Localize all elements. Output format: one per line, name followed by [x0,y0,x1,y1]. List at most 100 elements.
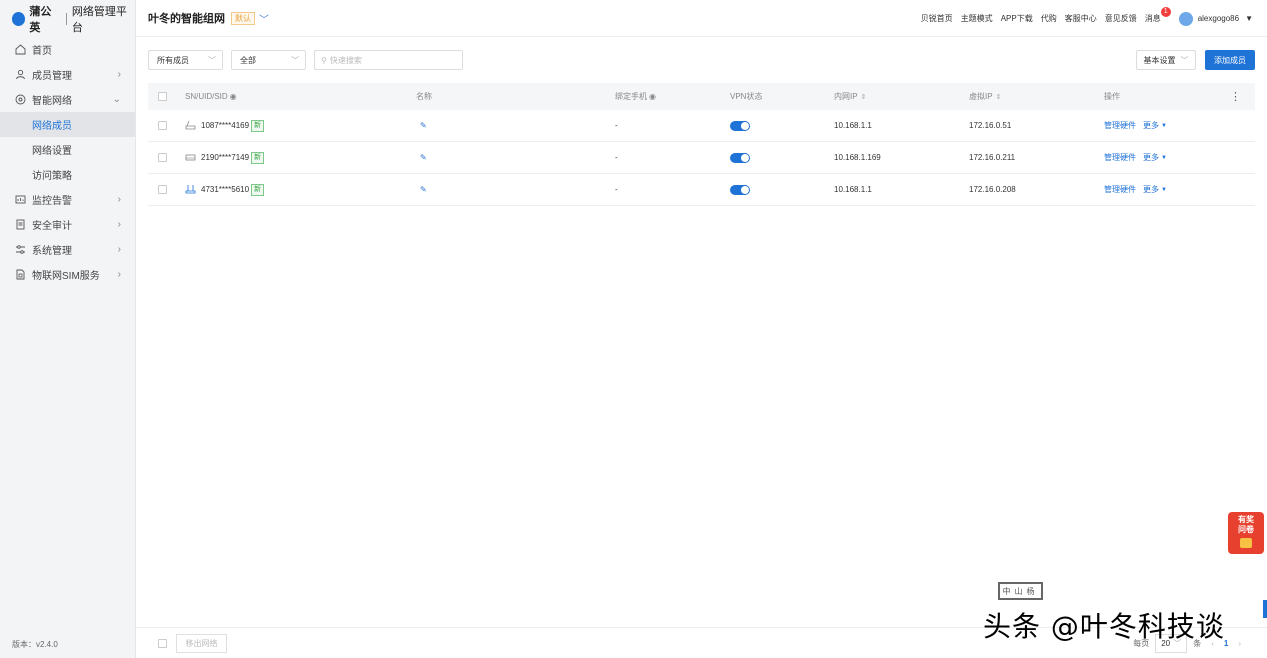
manage-hardware-link[interactable]: 管理硬件 [1104,174,1136,205]
messages-label: 消息 [1144,14,1161,23]
row-checkbox[interactable] [158,121,167,130]
table-row: 4731****5610 新 ✎ - 10.168.1.1 172.16.0.2… [148,174,1255,206]
row-checkbox[interactable] [158,153,167,162]
status-filter-select[interactable]: 全部 ﹀ [231,50,306,70]
top-nav: 贝锐首页 主题模式 APP下载 代购 客服中心 意见反馈 消息 1 alexgo… [913,0,1253,37]
col-vpn: VPN状态 [730,92,763,101]
monitor-icon [15,194,26,205]
vpn-toggle[interactable] [730,184,750,195]
username[interactable]: alexgogo86 [1198,14,1239,23]
search-input[interactable]: ⚲ 快速搜索 [314,50,463,70]
select-all-checkbox[interactable] [158,92,167,101]
more-dropdown[interactable]: 更多 ▼ [1143,142,1167,173]
sidebar-item-monitoring[interactable]: 监控告警 › [0,187,135,212]
sidebar-item-smart-network[interactable]: 智能网络 ⌄ [0,87,135,112]
basic-settings-label: 基本设置 [1143,55,1176,65]
survey-line1: 有奖 [1238,515,1254,524]
default-badge: 默认 [231,11,255,25]
sidebar-item-iot-sim[interactable]: 物联网SIM服务 › [0,262,135,287]
col-phone: 绑定手机 ◉ [615,92,656,101]
link-theme-mode[interactable]: 主题模式 [961,13,993,24]
col-lan-ip[interactable]: 内网IP ⇕ [834,83,866,110]
lan-ip: 10.168.1.1 [834,121,872,130]
bound-phone: - [615,121,618,130]
virtual-ip: 172.16.0.211 [969,153,1016,162]
search-icon: ⚲ [321,55,327,65]
new-badge: 新 [251,151,265,164]
filter-bar: 所有成员 ﹀ 全部 ﹀ ⚲ 快速搜索 [148,50,463,70]
chevron-down-icon[interactable]: ﹀ [259,11,269,26]
sort-icon: ⇕ [995,93,1002,101]
column-settings-icon[interactable]: ⋮ [1230,83,1241,110]
link-purchase[interactable]: 代购 [1041,13,1057,24]
router-icon [185,120,196,132]
new-badge: 新 [251,119,265,132]
link-support[interactable]: 客服中心 [1065,13,1097,24]
user-icon [15,69,26,80]
dandelion-logo-icon [12,11,26,26]
caret-down-icon: ▼ [1161,154,1167,161]
brand-subtitle: 网络管理平台 [71,5,127,34]
basic-settings-button[interactable]: 基本设置 ﹀ [1136,50,1196,70]
more-dropdown[interactable]: 更多 ▼ [1143,174,1167,205]
sidebar-item-home[interactable]: 首页 [0,37,135,62]
new-badge: 新 [251,183,265,196]
virtual-ip: 172.16.0.208 [969,185,1016,194]
search-placeholder: 快速搜索 [329,55,362,65]
bound-phone: - [615,185,618,194]
survey-line2: 问卷 [1238,525,1254,534]
remove-from-network-button[interactable]: 移出网络 [176,634,227,653]
sidebar-item-members[interactable]: 成员管理 › [0,62,135,87]
sidebar-item-label: 网络成员 [32,121,72,132]
caret-down-icon[interactable]: ▼ [1245,14,1253,23]
edit-name-icon[interactable]: ✎ [420,142,427,173]
messages-link[interactable]: 消息 1 [1144,7,1171,24]
sidebar-item-label: 智能网络 [32,96,72,107]
sidebar-item-label: 访问策略 [32,171,72,182]
settings-icon [15,244,26,255]
vpn-toggle[interactable] [730,120,750,131]
box-router-icon [185,152,196,164]
sidebar-item-access-policy[interactable]: 访问策略 [0,162,135,187]
brand-logo[interactable]: 蒲公英 网络管理平台 [0,0,135,37]
vpn-toggle[interactable] [730,152,750,163]
status-filter-value: 全部 [240,55,256,65]
link-feedback[interactable]: 意见反馈 [1105,13,1137,24]
org-name[interactable]: 叶冬的智能组网 [148,10,225,26]
col-name: 名称 [416,92,432,101]
table-header: SN/UID/SID ◉ 名称 绑定手机 ◉ VPN状态 内网IP ⇕ 虚拟IP ⇕ 操… [148,83,1255,110]
col-virtual-ip[interactable]: 虚拟IP ⇕ [969,83,1001,110]
member-filter-select[interactable]: 所有成员 ﹀ [148,50,223,70]
sidebar: 蒲公英 网络管理平台 首页 成员管理 › 智能网络 ⌄ 网络成员 网络设置 访问… [0,0,136,658]
link-oray-home[interactable]: 贝锐首页 [921,13,953,24]
manage-hardware-link[interactable]: 管理硬件 [1104,142,1136,173]
footer-select-all-checkbox[interactable] [158,639,167,648]
sidebar-nav: 首页 成员管理 › 智能网络 ⌄ 网络成员 网络设置 访问策略 监控告警 › 安… [0,37,135,287]
next-page-icon[interactable]: › [1238,639,1241,648]
eye-icon[interactable]: ◉ [649,92,656,101]
sidebar-item-label: 首页 [32,46,52,57]
avatar[interactable] [1178,11,1193,26]
manage-hardware-link[interactable]: 管理硬件 [1104,110,1136,141]
sidebar-item-network-settings[interactable]: 网络设置 [0,137,135,162]
sort-icon: ⇕ [860,93,867,101]
virtual-ip: 172.16.0.51 [969,121,1012,130]
sidebar-item-security-audit[interactable]: 安全审计 › [0,212,135,237]
row-checkbox[interactable] [158,185,167,194]
side-scroll-tab[interactable] [1263,600,1267,618]
audit-icon [15,219,26,230]
table-row: 1087****4169 新 ✎ - 10.168.1.1 172.16.0.5… [148,110,1255,142]
survey-widget[interactable]: 有奖 问卷 [1228,512,1264,554]
edit-name-icon[interactable]: ✎ [420,110,427,141]
link-app-download[interactable]: APP下载 [1001,13,1033,24]
edit-name-icon[interactable]: ✎ [420,174,427,205]
add-member-button[interactable]: 添加成员 [1205,50,1255,70]
more-dropdown[interactable]: 更多 ▼ [1143,110,1167,141]
chevron-down-icon: ﹀ [208,55,216,65]
eye-icon[interactable]: ◉ [230,92,237,101]
sidebar-item-label: 成员管理 [32,71,72,82]
caret-down-icon: ▼ [1161,186,1167,193]
sidebar-item-network-members[interactable]: 网络成员 [0,112,135,137]
members-table: SN/UID/SID ◉ 名称 绑定手机 ◉ VPN状态 内网IP ⇕ 虚拟IP ⇕ 操… [148,83,1255,206]
sidebar-item-system[interactable]: 系统管理 › [0,237,135,262]
